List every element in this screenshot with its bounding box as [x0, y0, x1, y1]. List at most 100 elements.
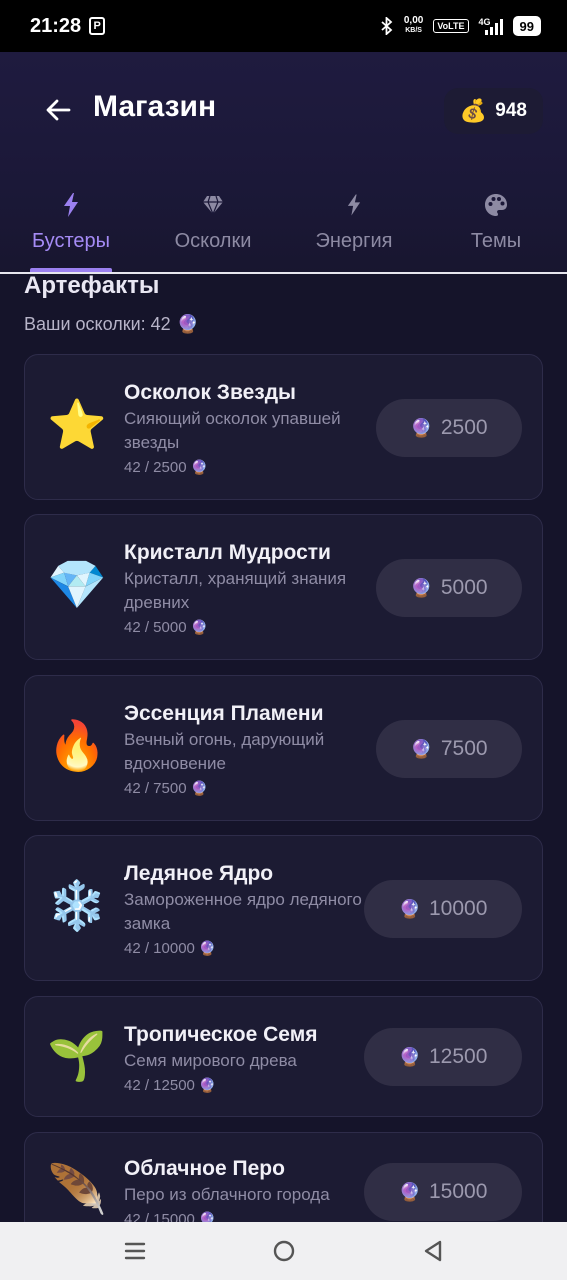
crystal-ball-icon: 🔮: [410, 738, 433, 759]
back-nav-button[interactable]: [409, 1227, 457, 1275]
bluetooth-icon: [381, 17, 393, 35]
tab-label: Темы: [470, 230, 522, 252]
artifact-description: Замороженное ядро ледяного замка: [124, 890, 362, 933]
tab-boosters[interactable]: Бустеры: [6, 184, 136, 272]
crystal-ball-icon: 🔮: [410, 577, 433, 598]
back-button[interactable]: [40, 92, 76, 128]
crystal-ball-icon: 🔮: [198, 940, 217, 956]
money-bag-icon: 💰: [459, 98, 488, 123]
artifact-card: 🌱 Тропическое Семя Семя мирового древа 4…: [24, 996, 543, 1117]
artifact-progress: 42 / 12500 🔮: [124, 1077, 216, 1094]
tab-label: Энергия: [315, 230, 393, 252]
home-button[interactable]: [260, 1227, 308, 1275]
circle-home-icon: [273, 1240, 294, 1262]
arrow-left-icon: [46, 99, 71, 121]
page-title: Магазин: [93, 90, 217, 123]
buy-button[interactable]: 🔮 5000: [376, 559, 522, 617]
buy-button[interactable]: 🔮 12500: [364, 1028, 522, 1086]
status-bar: 21:28 P 0,00 KB/S VoLTE 4G 99: [0, 0, 567, 52]
shards-balance-label: Ваши осколки: 42: [24, 314, 171, 334]
crystal-ball-icon: 🔮: [398, 898, 421, 919]
artifact-name: Осколок Звезды: [124, 381, 296, 404]
artifact-name: Тропическое Семя: [124, 1023, 318, 1046]
crystal-ball-icon: 🔮: [398, 1046, 421, 1067]
network-speed-value: 0,00: [403, 15, 424, 26]
artifact-name: Эссенция Пламени: [124, 702, 324, 725]
artifact-progress: 42 / 10000 🔮: [124, 940, 216, 957]
artifact-card: 🔥 Эссенция Пламени Вечный огонь, дарующи…: [24, 675, 543, 821]
artifact-description: Семя мирового древа: [124, 1051, 297, 1070]
crystal-ball-icon: 🔮: [190, 780, 208, 796]
buy-price: 7500: [440, 737, 488, 760]
artifact-progress: 42 / 15000 🔮: [124, 1211, 216, 1222]
artifact-progress-value: 42 / 10000: [124, 940, 195, 957]
tab-label: Осколки: [174, 230, 252, 252]
parking-notification-icon: P: [89, 17, 106, 35]
shards-balance: Ваши осколки: 42 🔮: [24, 314, 199, 335]
tab-themes[interactable]: Темы: [431, 184, 561, 272]
status-left: 21:28 P: [30, 14, 106, 38]
buy-button[interactable]: 🔮 15000: [364, 1163, 522, 1221]
buy-price: 12500: [429, 1045, 488, 1068]
crystal-ball-icon: 🔮: [398, 1181, 421, 1202]
buy-price: 5000: [440, 576, 488, 599]
artifact-name: Кристалл Мудрости: [124, 541, 331, 564]
feather-icon: 🪶: [47, 1164, 107, 1217]
buy-price: 10000: [429, 897, 488, 920]
crystal-ball-icon: 🔮: [190, 459, 208, 475]
coin-balance: 💰 948: [443, 88, 543, 134]
artifact-description: Вечный огонь, дарующий вдохновение: [124, 730, 325, 773]
crystal-ball-icon: 🔮: [410, 417, 433, 438]
snowflake-icon: ❄️: [47, 880, 107, 933]
artifact-name: Облачное Перо: [124, 1157, 285, 1180]
artifact-description: Перо из облачного города: [124, 1185, 330, 1204]
artifact-progress-value: 42 / 5000: [124, 619, 187, 636]
recent-apps-button[interactable]: [111, 1227, 159, 1275]
buy-price: 2500: [440, 416, 488, 439]
artifact-card: ❄️ Ледяное Ядро Замороженное ядро ледяно…: [24, 835, 543, 981]
buy-button[interactable]: 🔮 2500: [376, 399, 522, 457]
tab-bar: Бустеры Осколки Энергия Темы: [0, 184, 567, 272]
artifact-progress: 42 / 7500 🔮: [124, 780, 208, 797]
buy-price: 15000: [429, 1180, 488, 1203]
menu-icon: [124, 1242, 145, 1260]
crystal-ball-icon: 🔮: [198, 1077, 217, 1093]
app-header: Магазин 💰 948 Бустеры Осколки Энергия Те…: [0, 52, 567, 272]
bolt-icon: [347, 190, 361, 220]
volte-badge: VoLTE: [433, 19, 469, 33]
artifact-card: 💎 Кристалл Мудрости Кристалл, хранящий з…: [24, 514, 543, 660]
battery-level: 99: [512, 16, 541, 36]
tab-shards[interactable]: Осколки: [148, 184, 278, 272]
network-speed-unit: KB/S: [405, 27, 422, 34]
triangle-back-icon: [424, 1240, 441, 1262]
bolt-icon: [63, 190, 79, 220]
tab-energy[interactable]: Энергия: [289, 184, 419, 272]
signal-bars-icon: [484, 19, 503, 35]
artifact-description: Сияющий осколок упавшей звезды: [124, 409, 341, 452]
tab-label: Бустеры: [31, 230, 111, 252]
artifact-progress-value: 42 / 7500: [124, 780, 187, 797]
artifact-progress-value: 42 / 2500: [124, 459, 187, 476]
crystal-ball-icon: 🔮: [190, 619, 208, 635]
artifact-progress-value: 42 / 12500: [124, 1077, 195, 1094]
diamond-icon: 💎: [47, 559, 107, 612]
status-right: 0,00 KB/S VoLTE 4G 99: [380, 16, 541, 36]
gem-icon: [202, 190, 224, 220]
status-time: 21:28: [30, 14, 82, 37]
coin-balance-value: 948: [495, 100, 527, 121]
system-navigation-bar: [0, 1222, 567, 1280]
buy-button[interactable]: 🔮 7500: [376, 720, 522, 778]
artifact-progress-value: 42 / 15000: [124, 1211, 195, 1222]
artifact-description: Кристалл, хранящий знания древних: [124, 569, 347, 612]
seedling-icon: 🌱: [47, 1030, 107, 1083]
artifact-progress: 42 / 2500 🔮: [124, 459, 208, 476]
signal-indicator: 4G: [479, 17, 503, 35]
star-icon: ⭐: [47, 399, 107, 452]
artifact-progress: 42 / 5000 🔮: [124, 619, 208, 636]
section-title: Артефакты: [24, 274, 160, 299]
palette-icon: [484, 190, 508, 220]
buy-button[interactable]: 🔮 10000: [364, 880, 522, 938]
crystal-ball-icon: 🔮: [176, 314, 200, 334]
fire-icon: 🔥: [47, 720, 107, 773]
artifacts-list[interactable]: Артефакты Ваши осколки: 42 🔮 ⭐ Осколок З…: [0, 274, 567, 1222]
